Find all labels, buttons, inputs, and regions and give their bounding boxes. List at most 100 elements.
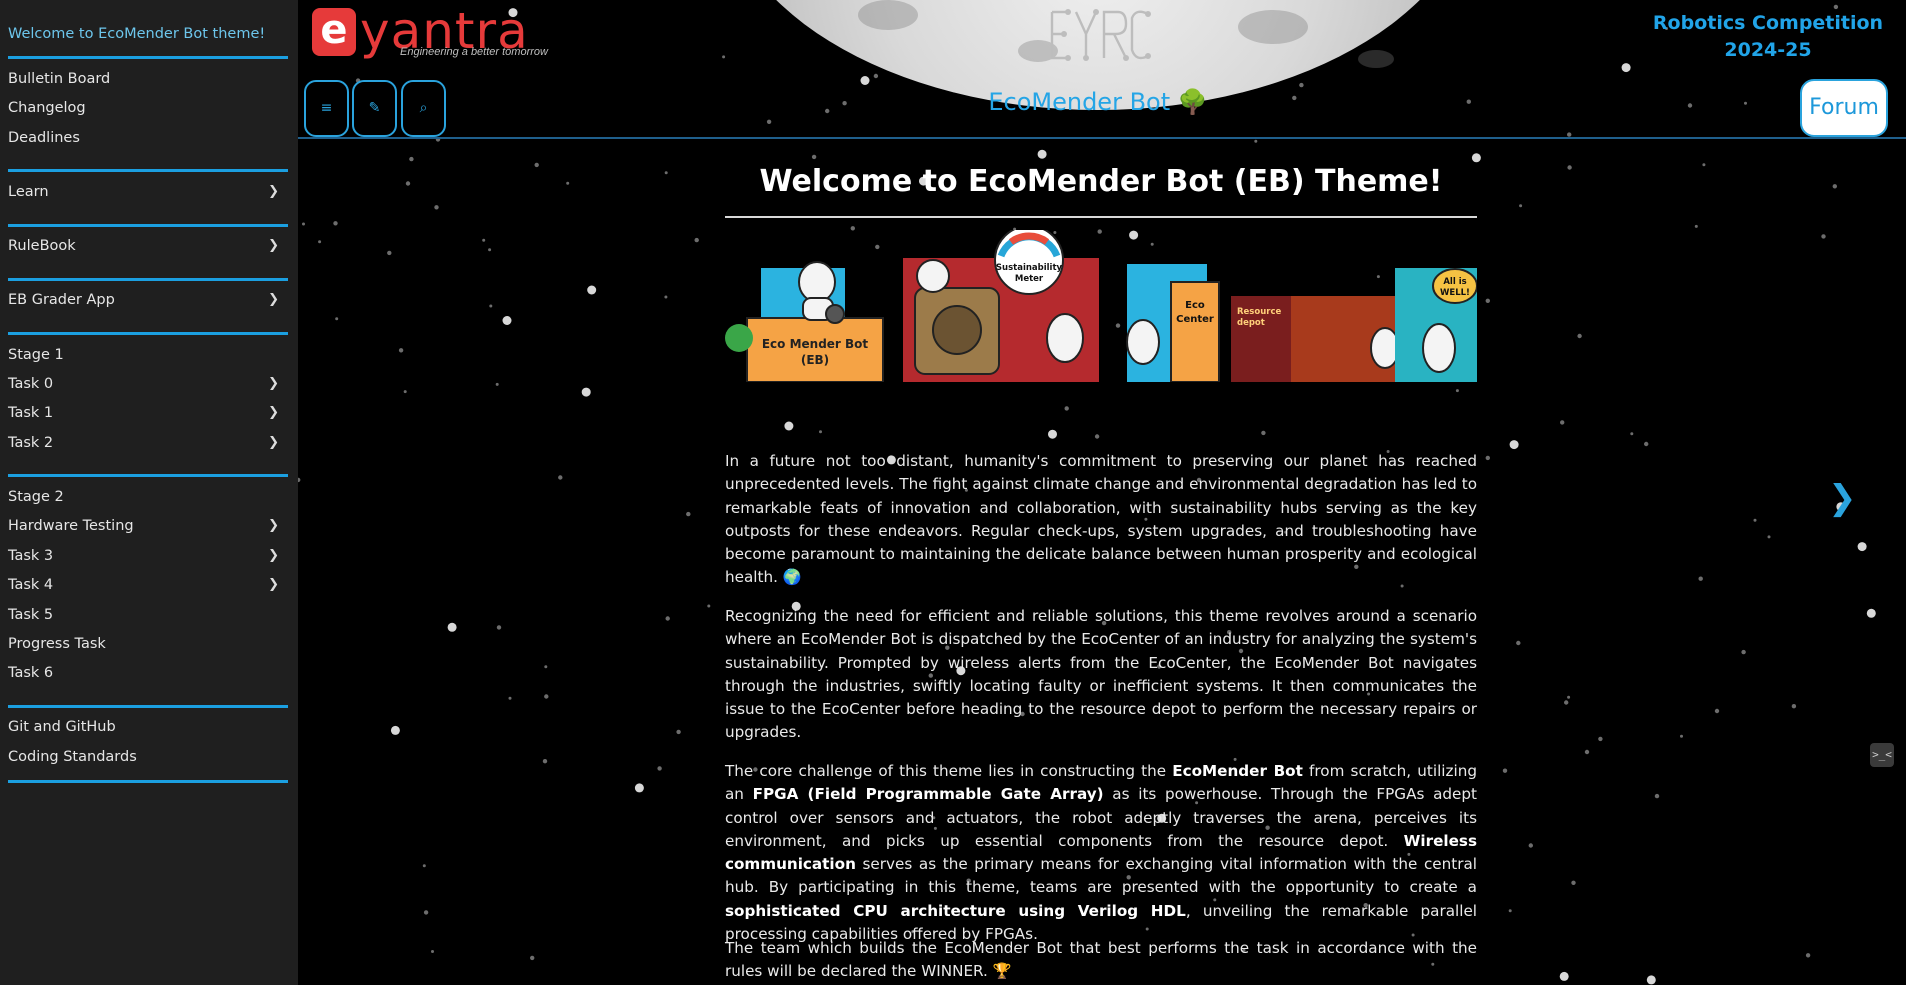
star [1866,608,1876,618]
star [298,477,301,483]
star [1791,704,1797,709]
sidebar-item-hardware-testing[interactable]: Hardware Testing ❯ [8,514,287,538]
title-divider [725,216,1477,218]
sidebar-item-task-0[interactable]: Task 0 ❯ [8,372,287,396]
sidebar-item-task-4[interactable]: Task 4 ❯ [8,573,287,597]
sidebar-divider [8,278,288,281]
banner-resource-text: Resource [1237,307,1281,317]
terminal-icon[interactable]: >_< [1870,743,1894,767]
star [811,154,817,160]
star [1528,843,1534,848]
star [1857,542,1867,552]
competition-line-2: 2024-25 [1724,39,1812,61]
star [423,910,429,915]
sidebar-item-git-and-github[interactable]: Git and GitHub [8,715,287,739]
sidebar-divider [8,474,288,477]
star [1254,139,1258,143]
chevron-right-icon: ❯ [268,577,279,592]
eyantra-logo[interactable]: e yantra Engineering a better tomorrow [312,2,562,64]
sidebar-divider [8,780,288,783]
theme-button[interactable]: ✎ [352,80,397,137]
hamburger-icon: ≡ [320,100,333,116]
star [566,181,570,185]
sidebar-item-progress-task[interactable]: Progress Task [8,632,287,656]
star [1753,518,1757,522]
sidebar-item-learn[interactable]: Learn ❯ [8,180,287,204]
sidebar-item-task-6[interactable]: Task 6 [8,661,287,685]
theme-banner-image: Eco Mender Bot (EB) Sustainability Meter… [725,225,1478,383]
site-title[interactable]: EcoMender Bot 🌳 [898,88,1298,116]
star [1598,736,1603,742]
star [1037,149,1047,159]
forum-button[interactable]: Forum [1800,79,1888,137]
star [558,475,563,480]
sidebar-item-stage-2[interactable]: Stage 2 [8,485,287,509]
next-page-arrow-icon[interactable]: ❯ [1828,478,1857,518]
menu-button[interactable]: ≡ [304,80,349,137]
star [1567,695,1571,699]
star [502,316,512,325]
star [508,696,512,700]
sidebar-item-changelog[interactable]: Changelog [8,96,287,120]
sidebar-item-task-3[interactable]: Task 3 ❯ [8,544,287,568]
star [707,604,711,608]
chevron-right-icon: ❯ [268,184,279,199]
star [1698,576,1703,581]
star [431,950,434,953]
competition-line-1: Robotics Competition [1652,12,1884,34]
article: Welcome to EcoMender Bot (EB) Theme! Eco… [725,160,1478,980]
banner-bubble-text: All is [1443,277,1466,287]
star [1805,953,1811,958]
sidebar-item-deadlines[interactable]: Deadlines [8,126,287,150]
sidebar-divider [8,332,288,335]
star [1741,649,1746,655]
star [398,348,404,353]
star [1559,971,1569,981]
chevron-right-icon: ❯ [268,238,279,253]
header: e yantra Engineering a better tomorrow ≡… [298,0,1906,139]
star [1564,700,1569,705]
sidebar-item-label: Changelog [8,100,86,116]
sidebar-item-label: Task 2 [8,435,54,451]
star [405,181,411,186]
eyrc-logo [1050,9,1151,61]
sidebar-item-eb-grader-app[interactable]: EB Grader App ❯ [8,288,287,312]
star [819,430,822,434]
star [664,295,668,299]
sidebar: Welcome to EcoMender Bot theme! Bulletin… [0,0,298,985]
sidebar-item-label: EB Grader App [8,292,115,308]
sidebar-item-coding-standards[interactable]: Coding Standards [8,745,287,769]
sidebar-item-stage-1[interactable]: Stage 1 [8,343,287,367]
star [581,387,591,397]
star [544,694,549,699]
sidebar-item-rulebook[interactable]: RuleBook ❯ [8,234,287,258]
star [1455,389,1459,393]
star [1680,734,1683,738]
star [1485,298,1491,303]
sidebar-item-task-2[interactable]: Task 2 ❯ [8,431,287,455]
star [1821,234,1826,239]
banner-meter-text: Meter [1015,274,1044,284]
sidebar-item-label: Progress Task [8,636,106,652]
sidebar-item-label: Hardware Testing [8,518,134,534]
star [302,222,305,226]
star [1485,455,1491,461]
sidebar-item-label: Coding Standards [8,749,137,765]
star [664,171,668,175]
star [489,304,493,308]
sidebar-item-task-1[interactable]: Task 1 ❯ [8,401,287,425]
sidebar-item-label: Task 0 [8,376,54,392]
sidebar-item-bulletin-board[interactable]: Bulletin Board [8,67,287,91]
banner-sign-text: Eco Mender Bot [762,337,869,351]
star [1714,708,1720,714]
search-button[interactable]: ⌕ [401,80,446,137]
sidebar-item-label: Task 6 [8,665,54,681]
star [1502,768,1508,773]
star [694,237,699,243]
banner-eco-center-text: Center [1176,314,1214,325]
chevron-right-icon: ❯ [268,435,279,450]
star [686,511,691,517]
star [1694,224,1698,228]
sidebar-item-welcome[interactable]: Welcome to EcoMender Bot theme! [8,22,287,46]
sidebar-item-task-5[interactable]: Task 5 [8,603,287,627]
